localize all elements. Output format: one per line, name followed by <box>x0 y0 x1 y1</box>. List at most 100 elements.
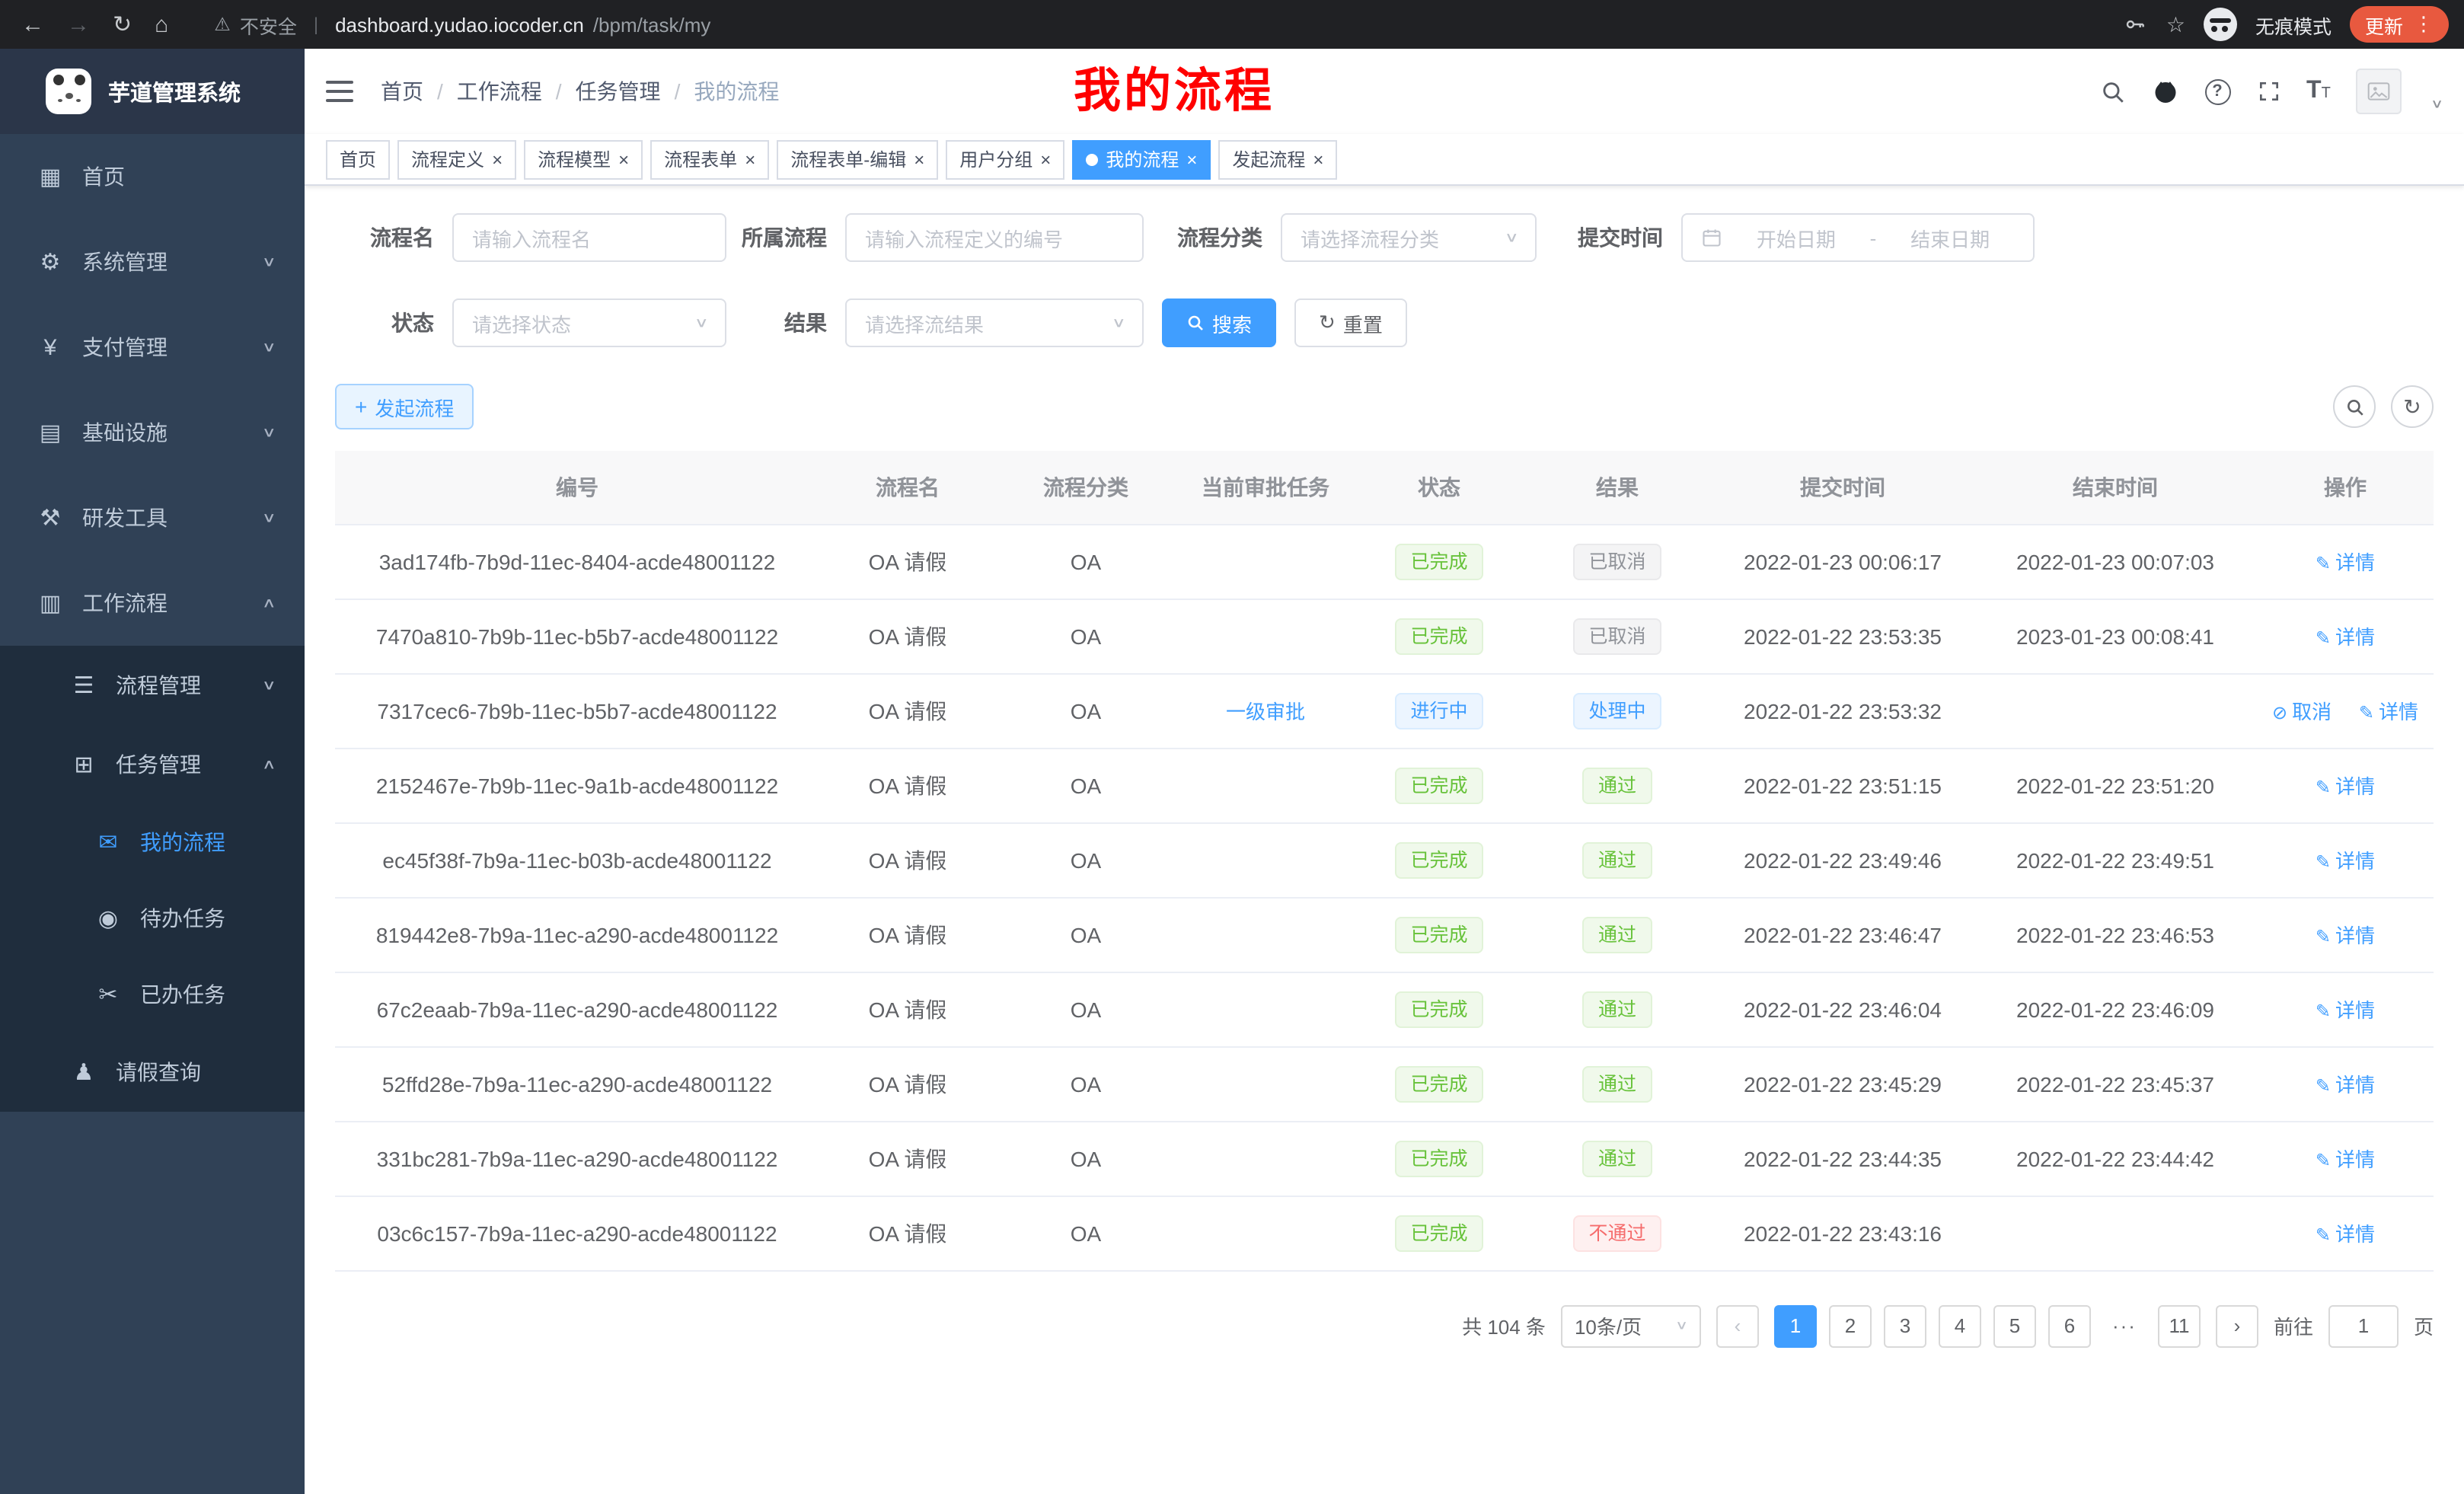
sidebar-item[interactable]: ◉ 待办任务 <box>0 880 305 956</box>
page-size-select[interactable]: 10条/页 ∨ <box>1561 1304 1701 1347</box>
page-button[interactable]: 2 <box>1829 1304 1872 1347</box>
cell-submit-time: 2022-01-22 23:44:35 <box>1712 1121 1974 1196</box>
page-button[interactable]: 5 <box>1993 1304 2036 1347</box>
detail-action[interactable]: ✎详情 <box>2316 1148 2375 1171</box>
goto-page-input[interactable] <box>2328 1304 2399 1347</box>
security-warning-icon[interactable]: ⚠ <box>214 14 231 35</box>
edit-icon: ✎ <box>2316 1150 2331 1171</box>
detail-action[interactable]: ✎详情 <box>2316 999 2375 1022</box>
detail-action[interactable]: ✎详情 <box>2316 1223 2375 1246</box>
cell-process-name: OA 请假 <box>819 1121 996 1196</box>
app-logo[interactable]: 芋道管理系统 <box>0 49 305 134</box>
refresh-table-button[interactable]: ↻ <box>2391 385 2434 428</box>
breadcrumb-item[interactable]: 我的流程 <box>661 76 780 107</box>
avatar[interactable] <box>2357 69 2402 114</box>
sidebar-item[interactable]: ⊞ 任务管理 ∧ <box>0 725 305 804</box>
close-icon[interactable]: × <box>1313 150 1323 168</box>
reload-button[interactable]: ↻ <box>113 13 132 36</box>
page-button[interactable]: 4 <box>1939 1304 1981 1347</box>
cell-end-time <box>1974 1196 2257 1270</box>
close-icon[interactable]: × <box>492 150 503 168</box>
view-tab[interactable]: 首页 <box>326 139 390 179</box>
search-icon[interactable] <box>2099 78 2125 104</box>
cell-current-task <box>1176 748 1355 822</box>
close-icon[interactable]: × <box>618 150 629 168</box>
detail-action[interactable]: ✎详情 <box>2316 1074 2375 1097</box>
view-tab[interactable]: 流程定义 × <box>397 139 516 179</box>
home-button[interactable]: ⌂ <box>155 13 168 36</box>
detail-action[interactable]: ✎详情 <box>2316 850 2375 873</box>
status-badge: 已完成 <box>1395 618 1483 654</box>
status-select[interactable]: 请选择状态 ∨ <box>452 298 726 347</box>
sidebar-item[interactable]: ▤ 基础设施 ∨ <box>0 390 305 475</box>
update-button[interactable]: 更新 ⋮ <box>2350 6 2449 43</box>
view-tab[interactable]: 我的流程 × <box>1072 139 1211 179</box>
breadcrumb-item[interactable]: 首页 <box>381 76 423 107</box>
result-select[interactable]: 请选择流结果 ∨ <box>845 298 1144 347</box>
view-tab[interactable]: 流程表单 × <box>650 139 769 179</box>
page-button[interactable]: 1 <box>1774 1304 1817 1347</box>
search-button[interactable]: 搜索 <box>1162 298 1276 347</box>
detail-action[interactable]: ✎详情 <box>2316 551 2375 574</box>
breadcrumb-item[interactable]: 工作流程 <box>423 76 542 107</box>
date-range-picker[interactable]: 开始日期 - 结束日期 <box>1681 213 2035 262</box>
forward-button[interactable]: → <box>67 13 90 36</box>
cell-status: 已完成 <box>1355 972 1523 1046</box>
detail-action[interactable]: ✎详情 <box>2316 924 2375 947</box>
avatar-caret-icon[interactable]: ∨ <box>2431 96 2444 111</box>
page-button[interactable]: 6 <box>2048 1304 2091 1347</box>
help-icon[interactable]: ? <box>2204 78 2230 104</box>
detail-action[interactable]: ✎详情 <box>2316 626 2375 649</box>
parent-process-input[interactable]: 请输入流程定义的编号 <box>845 213 1144 262</box>
task-link[interactable]: 一级审批 <box>1226 701 1305 723</box>
font-size-icon[interactable]: TT <box>2306 78 2331 105</box>
cell-end-time: 2023-01-23 00:08:41 <box>1974 599 2257 673</box>
cell-submit-time: 2022-01-22 23:46:47 <box>1712 897 1974 972</box>
security-label[interactable]: 不安全 <box>240 10 297 39</box>
page-button[interactable]: 3 <box>1884 1304 1926 1347</box>
sidebar-item[interactable]: ☰ 流程管理 ∨ <box>0 646 305 725</box>
hamburger-icon[interactable] <box>326 78 353 105</box>
show-search-button[interactable] <box>2333 385 2376 428</box>
view-tab[interactable]: 发起流程 × <box>1218 139 1337 179</box>
column-header: 结果 <box>1523 451 1712 524</box>
menu-icon: ▤ <box>34 419 67 446</box>
cell-actions: ✎详情 <box>2257 972 2434 1046</box>
prev-page-button[interactable]: ‹ <box>1716 1304 1759 1347</box>
view-tab[interactable]: 流程模型 × <box>524 139 643 179</box>
sidebar-item[interactable]: ⚙ 系统管理 ∨ <box>0 219 305 305</box>
column-header: 流程分类 <box>996 451 1176 524</box>
github-icon[interactable] <box>2151 78 2178 105</box>
breadcrumb-item[interactable]: 任务管理 <box>542 76 661 107</box>
sidebar-item[interactable]: ♟ 请假查询 <box>0 1033 305 1112</box>
page-button[interactable]: 11 <box>2158 1304 2201 1347</box>
process-name-input[interactable]: 请输入流程名 <box>452 213 726 262</box>
browser-menu-dots-icon[interactable]: ⋮ <box>2414 12 2434 37</box>
close-icon[interactable]: × <box>1186 150 1197 168</box>
next-page-button[interactable]: › <box>2216 1304 2258 1347</box>
view-tab[interactable]: 流程表单-编辑 × <box>777 139 938 179</box>
address-bar[interactable]: ⚠ 不安全 | dashboard.yudao.iocoder.cn/bpm/t… <box>190 10 2124 39</box>
sidebar-item[interactable]: ▥ 工作流程 ∧ <box>0 560 305 646</box>
close-icon[interactable]: × <box>914 150 924 168</box>
detail-action[interactable]: ✎详情 <box>2359 701 2418 723</box>
fullscreen-icon[interactable] <box>2256 79 2280 104</box>
column-header: 当前审批任务 <box>1176 451 1355 524</box>
password-key-icon[interactable] <box>2124 12 2148 37</box>
sidebar-item[interactable]: ⚒ 研发工具 ∨ <box>0 475 305 560</box>
bookmark-star-icon[interactable]: ☆ <box>2166 11 2185 37</box>
create-process-button[interactable]: + 发起流程 <box>335 384 474 429</box>
category-select[interactable]: 请选择流程分类 ∨ <box>1281 213 1537 262</box>
close-icon[interactable]: × <box>1040 150 1051 168</box>
detail-action[interactable]: ✎详情 <box>2316 775 2375 798</box>
sidebar-item[interactable]: ✂ 已办任务 <box>0 956 305 1033</box>
reset-button[interactable]: ↻ 重置 <box>1294 298 1407 347</box>
view-tab[interactable]: 用户分组 × <box>946 139 1064 179</box>
close-icon[interactable]: × <box>745 150 755 168</box>
cancel-action[interactable]: ⊘取消 <box>2272 701 2332 723</box>
page-button[interactable]: ··· <box>2103 1304 2146 1347</box>
sidebar-item[interactable]: ¥ 支付管理 ∨ <box>0 305 305 390</box>
sidebar-item[interactable]: ▦ 首页 <box>0 134 305 219</box>
sidebar-item[interactable]: ✉ 我的流程 <box>0 804 305 880</box>
back-button[interactable]: ← <box>21 13 44 36</box>
